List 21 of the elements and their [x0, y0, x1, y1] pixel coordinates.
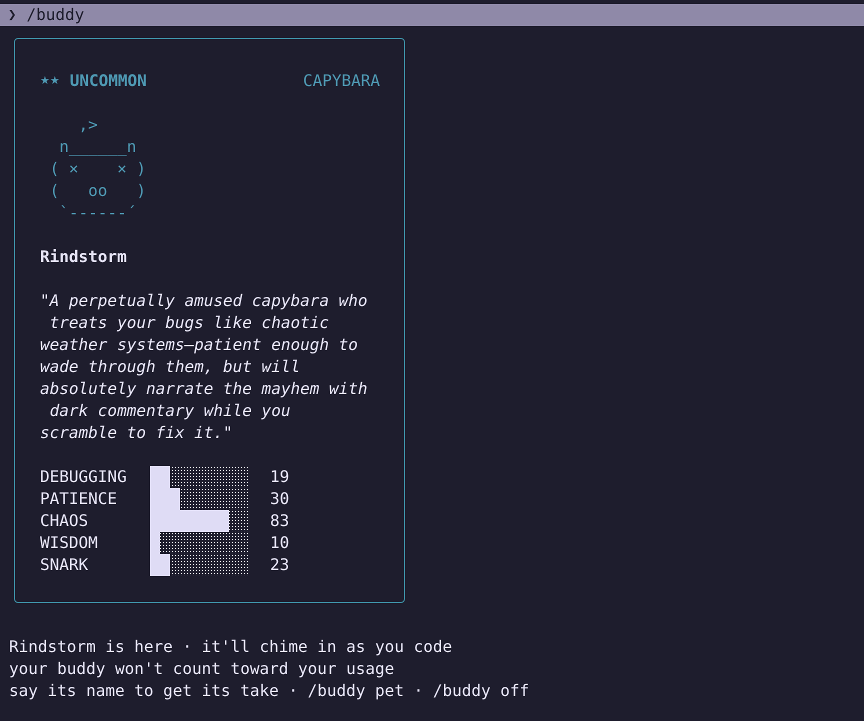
stat-label: DEBUGGING [40, 466, 128, 488]
buddy-name: Rindstorm [40, 246, 128, 268]
stat-label: WISDOM [40, 532, 99, 554]
command-text: /buddy [26, 4, 84, 26]
capybara-ascii-drawing: ,> n______n ( × × ) ( oo ) `------´ [48, 114, 146, 224]
stat-label: PATIENCE [40, 488, 118, 510]
buddy-description: "A perpetually amused capybara who treats your bugs like chaotic weather systems—patient enough to wade through them, but will absolutely narrate the mayhem with dark commentary while you scramble to fix it." [40, 290, 369, 444]
species-label: CAPYBARA [302, 70, 380, 92]
stat-value: 83 [270, 510, 290, 532]
stat-value: 23 [270, 554, 290, 576]
stat-label: CHAOS [40, 510, 90, 532]
status-message: your buddy won't count toward your usage [9, 658, 394, 680]
status-message: Rindstorm is here · it'll chime in as you code [9, 636, 452, 658]
rarity-label: UNCOMMON [70, 70, 147, 92]
rarity-stars: ★★ [40, 73, 60, 89]
stat-value: 19 [270, 466, 290, 488]
prompt-symbol: ❯ [8, 6, 16, 25]
stat-value: 10 [270, 532, 290, 554]
stat-label: SNARK [40, 554, 90, 576]
stat-value: 30 [270, 488, 290, 510]
status-message: say its name to get its take · /buddy pet · /buddy off [9, 680, 530, 702]
